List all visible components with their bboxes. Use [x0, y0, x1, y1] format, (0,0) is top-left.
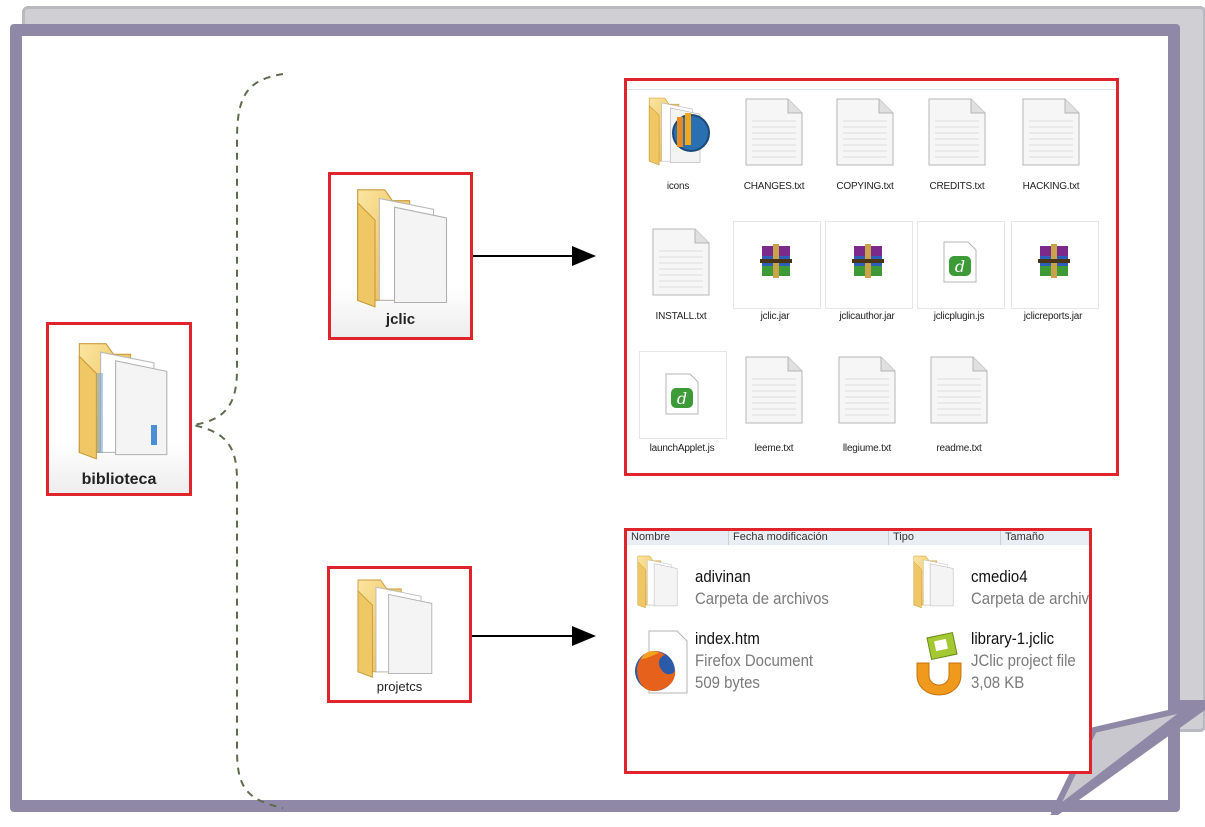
item-type: JClic project file — [971, 651, 1076, 670]
file-label: jclic.jar — [760, 311, 790, 322]
column-header-strip — [627, 81, 1116, 90]
file-label: readme.txt — [936, 443, 982, 454]
folder-icon — [633, 549, 681, 611]
script-file-icon — [662, 372, 702, 416]
file-tile[interactable] — [1011, 221, 1099, 309]
file-label: jclicplugin.js — [933, 311, 985, 322]
script-file-icon — [940, 240, 980, 284]
file-label: CREDITS.txt — [929, 181, 985, 192]
folder-icon — [348, 571, 440, 679]
file-label: CHANGES.txt — [743, 181, 805, 192]
text-file-icon — [929, 355, 989, 425]
column-header-date[interactable]: Fecha modificación — [729, 531, 889, 545]
item-type: Firefox Document — [695, 651, 814, 670]
file-label: icons — [666, 181, 690, 192]
column-header-type[interactable]: Tipo — [889, 531, 1001, 545]
projetcs-contents-panel: Nombre Fecha modificación Tipo Tamaño ad… — [624, 528, 1092, 774]
text-file-icon — [835, 97, 895, 167]
text-file-icon — [744, 97, 804, 167]
icons-folder-icon — [648, 97, 710, 166]
archive-icon — [848, 242, 888, 282]
text-file-icon — [1021, 97, 1081, 167]
archive-icon — [1034, 242, 1074, 282]
folder-icon — [345, 179, 457, 309]
archive-icon — [756, 242, 796, 282]
file-tile[interactable] — [639, 351, 727, 439]
item-type: Carpeta de archivos — [971, 589, 1092, 608]
jclic-contents-panel: icons CHANGES.txt COPYING.txt CREDITS.tx… — [624, 78, 1119, 476]
item-name[interactable]: cmedio4 — [971, 567, 1028, 587]
folder-icon — [909, 549, 957, 611]
item-name[interactable]: index.htm — [695, 629, 760, 649]
projetcs-label: projetcs — [376, 679, 423, 694]
dashed-brace — [192, 73, 284, 809]
file-label: HACKING.txt — [1022, 181, 1080, 192]
jclic-label: jclic — [385, 311, 416, 328]
file-tile[interactable] — [733, 221, 821, 309]
item-size: 509 bytes — [695, 673, 760, 692]
file-label: INSTALL.txt — [655, 311, 707, 322]
file-label: jclicauthor.jar — [839, 311, 895, 322]
arrows-layer — [472, 246, 596, 646]
text-file-icon — [744, 355, 804, 425]
jclic-folder-box[interactable]: jclic — [328, 172, 473, 340]
firefox-icon — [635, 630, 688, 694]
file-label: jclicreports.jar — [1023, 311, 1083, 322]
biblioteca-folder-box[interactable]: biblioteca — [46, 322, 192, 496]
column-header-size[interactable]: Tamaño — [1001, 531, 1089, 545]
file-label: llegiume.txt — [842, 443, 892, 454]
file-label: leeme.txt — [754, 443, 794, 454]
text-file-icon — [651, 227, 711, 297]
file-label: COPYING.txt — [836, 181, 894, 192]
item-type: Carpeta de archivos — [695, 589, 829, 608]
text-file-icon — [927, 97, 987, 167]
folder-icon — [67, 333, 177, 461]
file-label: launchApplet.js — [649, 443, 715, 454]
item-name[interactable]: library-1.jclic — [971, 629, 1054, 649]
text-file-icon — [837, 355, 897, 425]
projetcs-folder-box[interactable]: projetcs — [327, 566, 472, 703]
column-header-name[interactable]: Nombre — [627, 531, 729, 545]
biblioteca-label: biblioteca — [81, 471, 157, 488]
jclic-project-icon — [916, 631, 962, 696]
item-size: 3,08 KB — [971, 673, 1025, 692]
file-tile[interactable] — [635, 91, 721, 177]
item-name[interactable]: adivinan — [695, 567, 751, 587]
file-tile[interactable] — [825, 221, 913, 309]
file-tile[interactable] — [917, 221, 1005, 309]
